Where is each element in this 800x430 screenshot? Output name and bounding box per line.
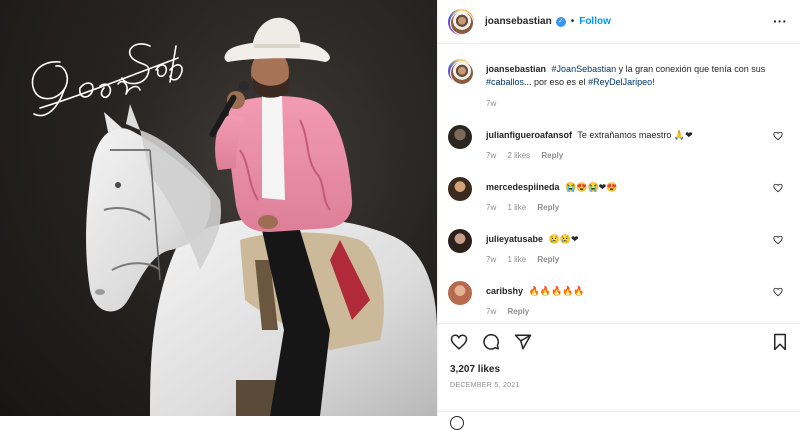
avatar[interactable]	[448, 59, 474, 85]
heart-icon[interactable]	[773, 183, 783, 193]
post-date[interactable]: DECEMBER 5, 2021	[450, 382, 520, 389]
comment-icon[interactable]	[482, 333, 500, 351]
hashtag-link[interactable]: #JoanSebastian	[552, 64, 617, 74]
reply-button[interactable]: Reply	[541, 151, 563, 160]
timestamp[interactable]: 7w	[486, 99, 496, 108]
comment-meta: 7w 2 likes Reply	[486, 151, 572, 160]
avatar[interactable]	[448, 125, 472, 149]
comment-text: caribshy 🔥🔥🔥🔥🔥	[486, 285, 771, 298]
caption-meta: 7w	[486, 99, 505, 108]
add-comment-bar	[438, 411, 800, 430]
avatar[interactable]	[448, 177, 472, 201]
avatar[interactable]	[448, 8, 474, 35]
post-image[interactable]	[0, 0, 437, 416]
username-link[interactable]: joansebastian	[485, 16, 552, 27]
comment-meta: 7w 1 like Reply	[486, 255, 568, 264]
caption-fragment: !	[652, 77, 655, 87]
heart-icon[interactable]	[773, 287, 783, 297]
timestamp[interactable]: 7w	[486, 307, 496, 316]
photo-illustration	[0, 0, 437, 416]
caption-fragment: y la gran conexión que tenía con sus	[616, 64, 766, 74]
comment-emoji: 🔥🔥🔥🔥🔥	[528, 286, 585, 296]
likes-count[interactable]: 1 like	[507, 255, 526, 264]
caption-text: joansebastian #JoanSebastian y la gran c…	[486, 63, 771, 89]
likes-count[interactable]: 1 like	[507, 203, 526, 212]
timestamp[interactable]: 7w	[486, 203, 496, 212]
action-icons	[450, 333, 532, 351]
hashtag-link[interactable]: #ReyDelJaripeo	[588, 77, 652, 87]
caption-fragment: ... por eso es el	[524, 77, 589, 87]
timestamp[interactable]: 7w	[486, 151, 496, 160]
comment-username[interactable]: caribshy	[486, 286, 523, 296]
comment-text: julieyatusabe 😢😢❤	[486, 233, 771, 246]
likes-count[interactable]: 2 likes	[507, 151, 530, 160]
post-sidebar: joansebastian ✓ • Follow ··· joansebasti…	[437, 0, 800, 430]
comment-username[interactable]: julieyatusabe	[486, 234, 543, 244]
comment-meta: 7w 1 like Reply	[486, 203, 568, 212]
avatar[interactable]	[448, 229, 472, 253]
comment-body: Te extrañamos maestro	[577, 130, 672, 140]
post-actions: 3,207 likes DECEMBER 5, 2021	[438, 323, 800, 430]
comment-text: mercedespiineda 😭😍😭❤😍	[486, 181, 771, 194]
avatar[interactable]	[448, 281, 472, 305]
follow-button[interactable]: Follow	[579, 16, 611, 27]
comment-username[interactable]: mercedespiineda	[486, 182, 560, 192]
caption-username[interactable]: joansebastian	[486, 64, 546, 74]
separator-dot: •	[570, 16, 575, 27]
verified-icon: ✓	[555, 16, 566, 27]
more-options-icon[interactable]: ···	[773, 14, 787, 28]
reply-button[interactable]: Reply	[507, 307, 529, 316]
bookmark-icon[interactable]	[771, 333, 789, 351]
timestamp[interactable]: 7w	[486, 255, 496, 264]
reply-button[interactable]: Reply	[537, 203, 559, 212]
instagram-post: joansebastian ✓ • Follow ··· joansebasti…	[0, 0, 800, 430]
comment-emoji: 😢😢❤	[548, 234, 579, 244]
likes-count[interactable]: 3,207 likes	[450, 364, 500, 375]
comment-text: julianfigueroafansof Te extrañamos maest…	[486, 129, 771, 142]
heart-icon[interactable]	[773, 235, 783, 245]
comment-username[interactable]: julianfigueroafansof	[486, 130, 572, 140]
emoji-icon[interactable]	[450, 416, 464, 430]
share-icon[interactable]	[514, 333, 532, 351]
hashtag-link[interactable]: #caballos	[486, 77, 524, 87]
comment-emoji: 🙏❤	[673, 130, 693, 140]
heart-icon[interactable]	[773, 131, 783, 141]
comment-emoji: 😭😍😭❤😍	[565, 182, 618, 192]
reply-button[interactable]: Reply	[537, 255, 559, 264]
comment-meta: 7w Reply	[486, 307, 538, 316]
comments-list[interactable]: joansebastian #JoanSebastian y la gran c…	[438, 45, 800, 323]
like-heart-icon[interactable]	[450, 333, 468, 351]
post-header: joansebastian ✓ • Follow ···	[438, 0, 800, 44]
